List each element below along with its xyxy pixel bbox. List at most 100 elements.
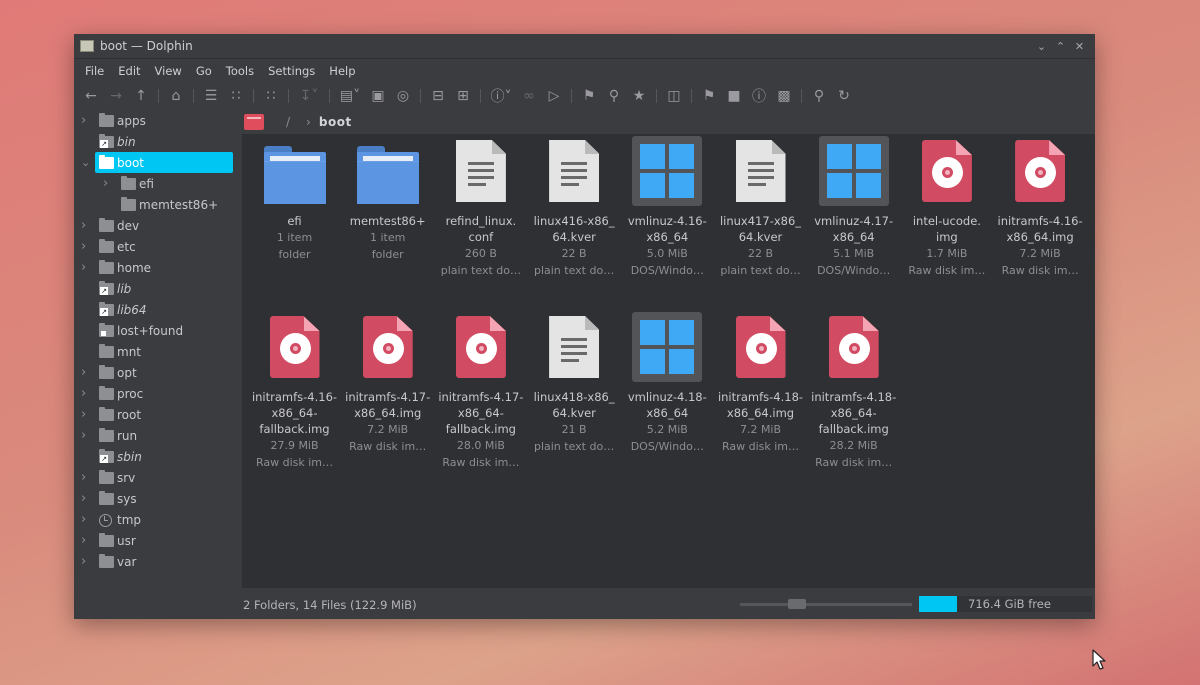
file-item[interactable]: initramfs-4.16- x86_64- fallback.img 27.9 M… — [248, 312, 341, 471]
terminal-panel-icon[interactable]: ▩ — [773, 85, 795, 107]
tree-item-sys[interactable]: › sys — [74, 488, 240, 509]
tree-item-lost-found[interactable]: lost+found — [74, 320, 240, 341]
free-space-indicator[interactable]: 716.4 GiB free — [919, 596, 1092, 612]
favorite-icon[interactable]: ★ — [628, 85, 650, 107]
expanded-arrow-icon[interactable]: ⌄ — [81, 156, 91, 169]
file-item[interactable]: vmlinuz-4.18- x86_64 5.2 MiB DOS/Windo… — [621, 312, 714, 455]
breadcrumb-current[interactable]: boot — [319, 115, 352, 129]
expand-arrow-icon[interactable]: › — [81, 407, 91, 422]
expand-arrow-icon[interactable]: › — [103, 176, 113, 191]
tree-item-bin[interactable]: bin — [74, 131, 240, 152]
expand-arrow-icon[interactable]: › — [81, 428, 91, 443]
tree-item-lib64[interactable]: lib64 — [74, 299, 240, 320]
icons-view-icon[interactable]: ∷ — [260, 85, 282, 107]
file-item[interactable]: linux417-x86_ 64.kver 22 B plain text do… — [714, 136, 807, 279]
file-item[interactable]: vmlinuz-4.16- x86_64 5.0 MiB DOS/Windo… — [621, 136, 714, 279]
tree-item-efi[interactable]: › efi — [74, 173, 240, 194]
menu-edit[interactable]: Edit — [111, 64, 147, 78]
menu-view[interactable]: View — [148, 64, 189, 78]
expand-arrow-icon[interactable]: › — [81, 239, 91, 254]
file-item[interactable]: initramfs-4.16- x86_64.img 7.2 MiB Raw disk… — [994, 136, 1087, 279]
home-icon[interactable]: ⌂ — [165, 85, 187, 107]
expand-arrow-icon[interactable]: › — [81, 470, 91, 485]
menu-file[interactable]: File — [78, 64, 111, 78]
tree-item-opt[interactable]: › opt — [74, 362, 240, 383]
file-item[interactable]: linux416-x86_ 64.kver 22 B plain text do… — [528, 136, 621, 279]
breadcrumb-root[interactable]: / — [286, 115, 290, 129]
expand-arrow-icon[interactable]: › — [81, 491, 91, 506]
file-item[interactable]: efi 1 item folder — [248, 136, 341, 263]
tree-item-etc[interactable]: › etc — [74, 236, 240, 257]
file-item[interactable]: initramfs-4.17- x86_64- fallback.img 28.0 M… — [434, 312, 527, 471]
tree-item-sbin[interactable]: sbin — [74, 446, 240, 467]
expand-arrow-icon[interactable]: › — [81, 512, 91, 527]
zoom-slider-handle[interactable] — [788, 599, 806, 609]
split-view-icon[interactable]: ◫ — [663, 85, 685, 107]
link-icon[interactable]: ∞ — [518, 85, 540, 107]
tree-item-tmp[interactable]: › tmp — [74, 509, 240, 530]
preview-icon[interactable]: ▣ — [367, 85, 389, 107]
tree-item-mnt[interactable]: mnt — [74, 341, 240, 362]
new-tab-icon[interactable]: ▷ — [543, 85, 565, 107]
tag-icon[interactable]: ⚑ — [578, 85, 600, 107]
expand-arrow-icon[interactable]: › — [81, 113, 91, 128]
zoom-slider[interactable] — [740, 599, 912, 609]
expand-arrow-icon[interactable]: › — [81, 365, 91, 380]
tree-item-root[interactable]: › root — [74, 404, 240, 425]
information-panel-icon[interactable]: ⓘ — [748, 85, 770, 107]
menu-go[interactable]: Go — [189, 64, 219, 78]
back-icon[interactable]: ← — [80, 85, 102, 107]
expand-arrow-icon[interactable]: › — [81, 533, 91, 548]
compact-view-icon[interactable]: ∷ — [225, 85, 247, 107]
tree-item-home[interactable]: › home — [74, 257, 240, 278]
hidden-files-icon[interactable]: ◎ — [392, 85, 414, 107]
menu-settings[interactable]: Settings — [261, 64, 322, 78]
file-item[interactable]: memtest86+ 1 item folder — [341, 136, 434, 263]
title-bar[interactable]: boot — Dolphin ⌄ ⌃ ✕ — [74, 34, 1095, 59]
filter-icon[interactable]: ⚲ — [603, 85, 625, 107]
breadcrumb-chevron-icon[interactable]: › — [306, 115, 311, 129]
tree-item-var[interactable]: › var — [74, 551, 240, 572]
tree-item-srv[interactable]: › srv — [74, 467, 240, 488]
sort-icon[interactable]: ↧˅ — [295, 85, 323, 107]
root-folder-icon[interactable] — [244, 114, 264, 130]
selection-highlight — [95, 152, 233, 173]
tree-item-run[interactable]: › run — [74, 425, 240, 446]
bookmark-icon[interactable]: ⚑ — [698, 85, 720, 107]
expand-arrow-icon[interactable]: › — [81, 554, 91, 569]
properties-icon[interactable]: ⓘ˅ — [487, 85, 515, 107]
file-item[interactable]: initramfs-4.17- x86_64.img 7.2 MiB Raw disk… — [341, 312, 434, 455]
file-item[interactable]: refind_linux. conf 260 B plain text do… — [434, 136, 527, 279]
tree-item-usr[interactable]: › usr — [74, 530, 240, 551]
reload-icon[interactable]: ↻ — [833, 85, 855, 107]
menu-help[interactable]: Help — [322, 64, 362, 78]
expand-arrow-icon[interactable]: › — [81, 218, 91, 233]
up-icon[interactable]: ↑ — [130, 85, 152, 107]
additional-info-icon[interactable]: ▤˅ — [336, 85, 364, 107]
file-item[interactable]: intel-ucode. img 1.7 MiB Raw disk im… — [900, 136, 993, 279]
tree-item-proc[interactable]: › proc — [74, 383, 240, 404]
file-name-line: refind_linux. — [445, 214, 517, 228]
zoom-out-icon[interactable]: ⊟ — [427, 85, 449, 107]
close-icon[interactable]: ✕ — [1070, 40, 1089, 53]
tree-item-dev[interactable]: › dev — [74, 215, 240, 236]
file-item[interactable]: linux418-x86_ 64.kver 21 B plain text do… — [528, 312, 621, 455]
search-icon[interactable]: ⚲ — [808, 85, 830, 107]
minimize-icon[interactable]: ⌄ — [1032, 40, 1051, 53]
details-view-icon[interactable]: ☰ — [200, 85, 222, 107]
file-item[interactable]: vmlinuz-4.17- x86_64 5.1 MiB DOS/Windo… — [807, 136, 900, 279]
menu-tools[interactable]: Tools — [219, 64, 261, 78]
file-item[interactable]: initramfs-4.18- x86_64.img 7.2 MiB Raw disk… — [714, 312, 807, 455]
expand-arrow-icon[interactable]: › — [81, 386, 91, 401]
tree-item-boot[interactable]: ⌄ boot — [74, 152, 240, 173]
file-item[interactable]: initramfs-4.18- x86_64- fallback.img 28.2 M… — [807, 312, 900, 471]
folder-panel-icon[interactable]: ■ — [723, 85, 745, 107]
forward-icon[interactable]: → — [105, 85, 127, 107]
expand-arrow-icon[interactable]: › — [81, 260, 91, 275]
file-view[interactable]: / › boot efi 1 item folder memtest86+ 1 item… — [242, 110, 1095, 588]
tree-item-apps[interactable]: › apps — [74, 110, 240, 131]
zoom-in-icon[interactable]: ⊞ — [452, 85, 474, 107]
tree-item-memtest86-[interactable]: memtest86+ — [74, 194, 240, 215]
maximize-icon[interactable]: ⌃ — [1051, 40, 1070, 53]
tree-item-lib[interactable]: lib — [74, 278, 240, 299]
